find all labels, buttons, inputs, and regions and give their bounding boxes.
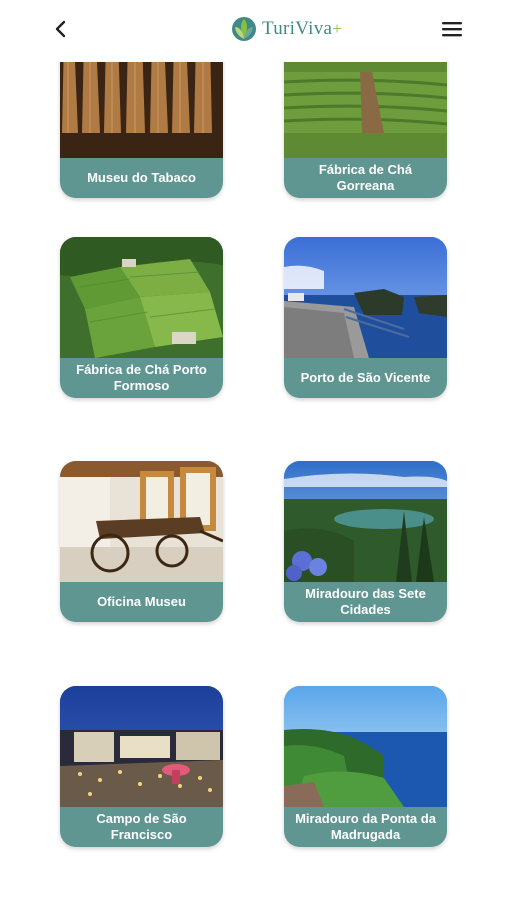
app-header: TuriViva+ [0, 0, 506, 62]
places-grid: Museu do Tabaco Fábrica de Chá Gorreana [0, 0, 506, 900]
place-card-fabrica-de-cha-porto-formoso[interactable]: Fábrica de Chá Porto Formoso [60, 237, 223, 398]
place-name: Miradouro das Sete Cidades [305, 586, 426, 617]
place-name: Fábrica de Chá Porto Formoso [76, 362, 207, 393]
place-name: Oficina Museu [97, 594, 186, 609]
back-button[interactable] [48, 16, 74, 42]
place-card-miradouro-das-sete-cidades[interactable]: Miradouro das Sete Cidades [284, 461, 447, 622]
place-name: Museu do Tabaco [87, 170, 196, 185]
place-name: Miradouro da Ponta da Madrugada [295, 811, 436, 842]
place-photo [60, 461, 223, 582]
place-name: Fábrica de Chá Gorreana [318, 162, 413, 193]
place-name: Porto de São Vicente [300, 370, 431, 385]
place-photo [284, 237, 447, 358]
place-card-porto-de-sao-vicente[interactable]: Porto de São Vicente [284, 237, 447, 398]
app-logo: TuriViva+ [231, 14, 342, 44]
hamburger-menu-icon [442, 22, 462, 37]
place-photo [284, 686, 447, 807]
place-name: Campo de São Francisco [96, 811, 187, 842]
place-card-miradouro-da-ponta-da-madrugada[interactable]: Miradouro da Ponta da Madrugada [284, 686, 447, 847]
logo-text: TuriViva+ [262, 18, 342, 40]
logo-plus: + [332, 19, 343, 38]
leaf-logo-icon [232, 17, 256, 41]
menu-button[interactable] [438, 17, 466, 41]
place-card-oficina-museu[interactable]: Oficina Museu [60, 461, 223, 622]
chevron-left-icon [55, 20, 66, 38]
place-photo [60, 686, 223, 807]
place-photo [60, 237, 223, 358]
place-photo [284, 461, 447, 582]
logo-wordmark: TuriViva [262, 18, 333, 39]
place-card-campo-de-sao-francisco[interactable]: Campo de São Francisco [60, 686, 223, 847]
